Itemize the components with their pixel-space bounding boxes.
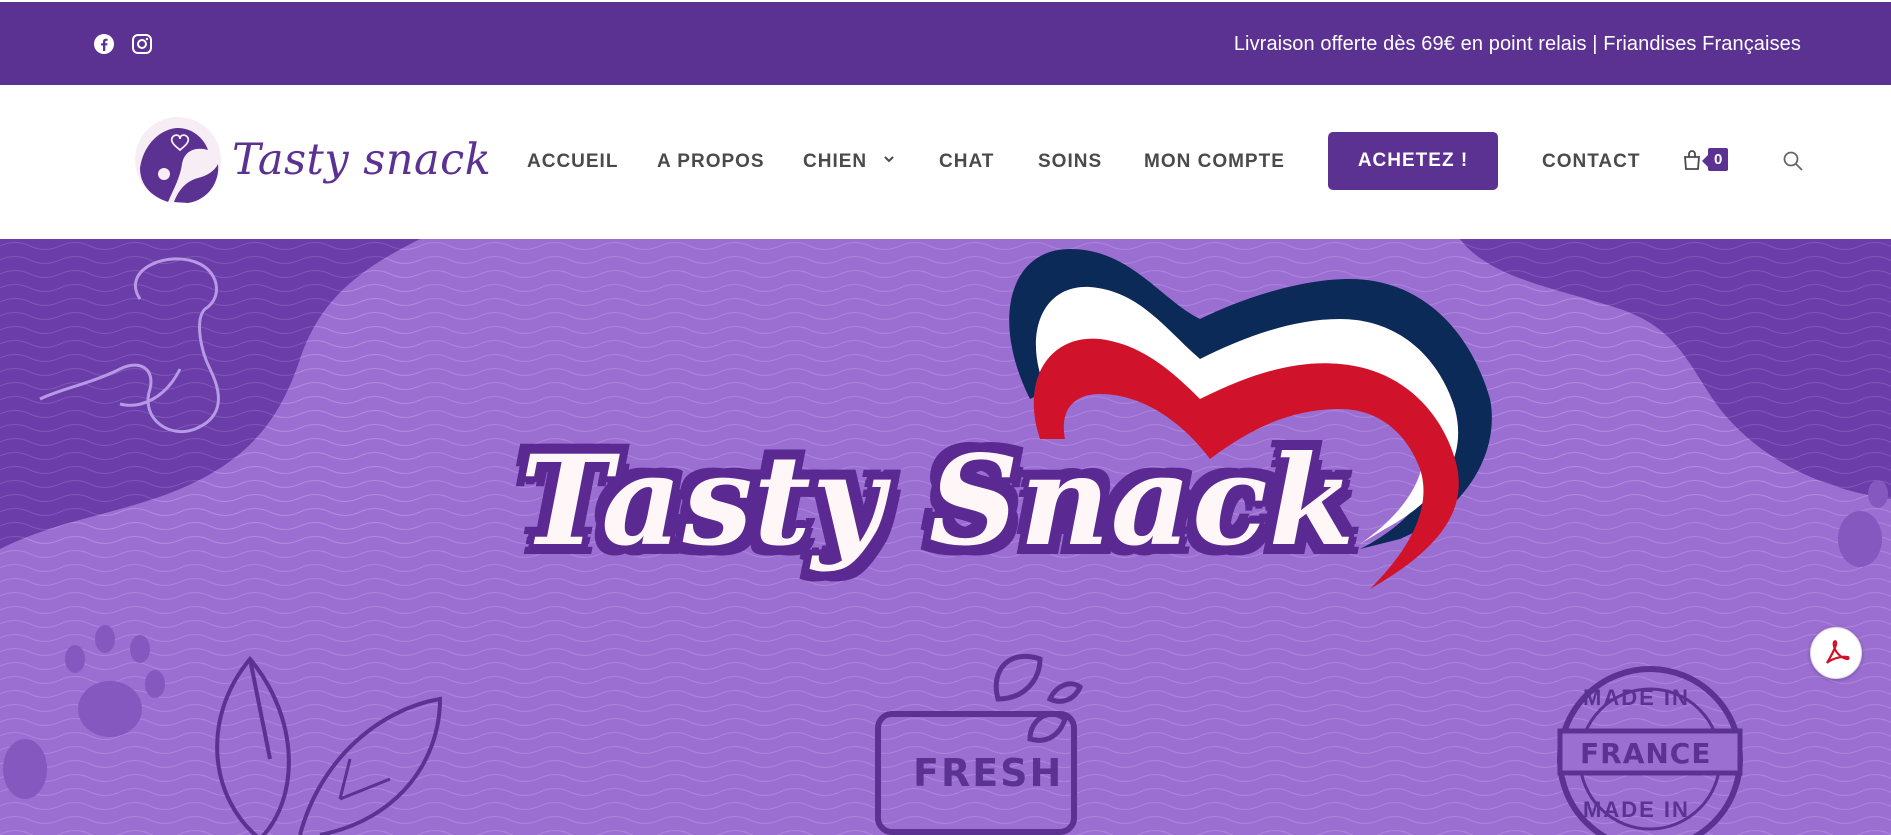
shipping-tagline: Livraison offerte dès 69€ en point relai… xyxy=(1233,33,1801,55)
nav-item-chat[interactable]: CHAT xyxy=(939,151,994,173)
social-links xyxy=(93,33,153,55)
chevron-down-icon xyxy=(884,156,895,163)
nav-label: CHAT xyxy=(939,151,995,172)
nav-label: MON COMPTE xyxy=(1144,151,1285,172)
site-header: Tasty snack ACCUEIL A PROPOS CHIEN CHAT … xyxy=(0,85,1891,239)
site-logo[interactable]: Tasty snack xyxy=(134,116,491,204)
made-in-label-bottom: MADE IN xyxy=(1583,797,1690,822)
nav-label: CHIEN xyxy=(803,151,868,172)
france-label: FRANCE xyxy=(1580,737,1712,770)
pdf-icon xyxy=(1826,640,1850,664)
cart-count-badge: 0 xyxy=(1701,148,1729,171)
nav-item-a-propos[interactable]: A PROPOS xyxy=(657,151,765,173)
top-bar: Livraison offerte dès 69€ en point relai… xyxy=(0,2,1891,85)
made-in-label-top: MADE IN xyxy=(1583,685,1690,710)
hero-title: Tasty Snack xyxy=(520,429,1356,574)
nav-item-soins[interactable]: SOINS xyxy=(1038,151,1102,173)
buy-now-button[interactable]: ACHETEZ ! xyxy=(1328,132,1498,190)
logo-text: Tasty snack xyxy=(232,135,492,185)
nav-item-mon-compte[interactable]: MON COMPTE xyxy=(1144,151,1285,173)
search-icon[interactable] xyxy=(1782,150,1804,172)
nav-label: ACCUEIL xyxy=(527,151,619,172)
nav-label: CONTACT xyxy=(1542,151,1641,172)
hero-banner: Tasty Snack FRESH MADE IN FRANCE MADE IN xyxy=(0,239,1891,835)
nav-label: A PROPOS xyxy=(657,151,765,172)
logo-pets-icon xyxy=(135,117,221,203)
shopping-bag-icon xyxy=(1684,149,1700,170)
facebook-icon[interactable] xyxy=(93,33,115,55)
instagram-icon[interactable] xyxy=(131,33,153,55)
nav-label: SOINS xyxy=(1038,151,1103,172)
nav-item-chien[interactable]: CHIEN xyxy=(803,151,895,173)
cart-link[interactable]: 0 xyxy=(1682,148,1729,171)
nav-item-accueil[interactable]: ACCUEIL xyxy=(527,151,618,173)
pdf-download-button[interactable] xyxy=(1810,627,1862,679)
fresh-label: FRESH xyxy=(913,751,1064,795)
nav-item-contact[interactable]: CONTACT xyxy=(1542,151,1640,173)
